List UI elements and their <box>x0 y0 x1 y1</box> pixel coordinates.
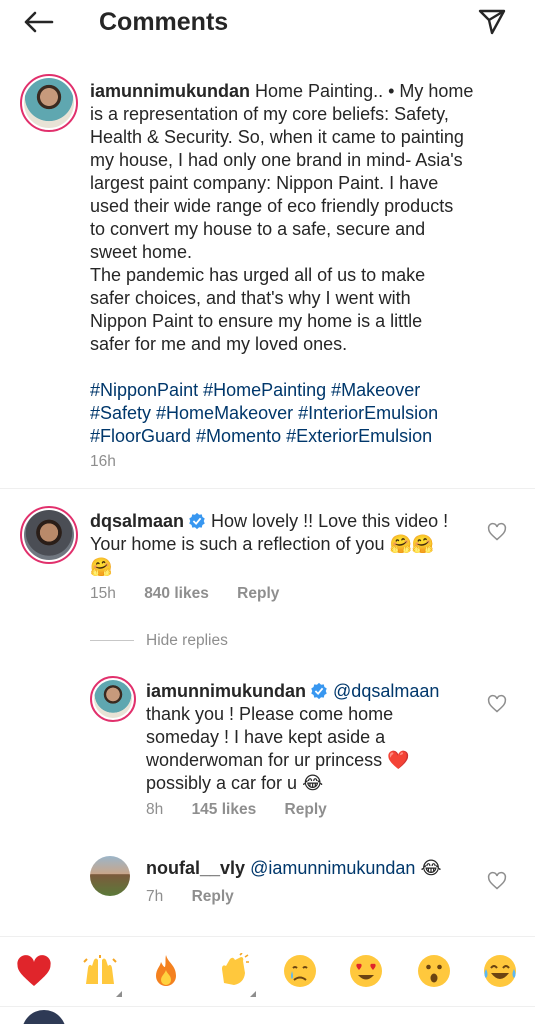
reply-meta: 7h Reply <box>146 887 258 907</box>
reply-time: 8h <box>146 801 164 818</box>
paper-plane-icon <box>478 9 506 35</box>
caption-username[interactable]: iamunnimukundan <box>90 81 250 101</box>
comment-meta: 15h 840 likes Reply <box>90 584 303 604</box>
reply-avatar[interactable] <box>90 856 130 896</box>
emoji-more-indicator <box>116 991 122 997</box>
comment-input-bar <box>0 1006 535 1024</box>
quick-emoji-bar <box>0 936 535 1006</box>
comment-text: dqsalmaan How lovely !! Love this video … <box>90 511 449 577</box>
comment-username[interactable]: dqsalmaan <box>90 511 184 531</box>
like-reply-heart-icon[interactable] <box>487 694 507 714</box>
divider <box>0 488 535 489</box>
reply-avatar[interactable] <box>90 676 136 722</box>
hide-replies-line <box>90 640 134 641</box>
comment-time: 15h <box>90 585 116 602</box>
caption-hashtags-line[interactable]: #NipponPaint #HomePainting #Makeover <box>90 379 520 402</box>
like-reply-heart-icon[interactable] <box>487 871 507 891</box>
like-comment-heart-icon[interactable] <box>487 522 507 542</box>
caption-hashtags-line[interactable]: #Safety #HomeMakeover #InteriorEmulsion <box>90 402 520 425</box>
tears-of-joy-emoji-icon[interactable] <box>480 951 520 991</box>
reply-mention[interactable]: @iamunnimukundan <box>250 858 415 878</box>
caption-hashtags-line[interactable]: #FloorGuard #Momento #ExteriorEmulsion <box>90 425 520 448</box>
caption-text: iamunnimukundan Home Painting.. • My hom… <box>90 80 520 448</box>
page-title: Comments <box>99 8 229 36</box>
header-bar: Comments <box>0 0 535 44</box>
verified-badge-icon <box>311 682 327 700</box>
hide-replies-label: Hide replies <box>146 632 228 649</box>
caption-time: 16h <box>90 453 116 470</box>
reply-mention[interactable]: @dqsalmaan <box>333 681 439 701</box>
reply-username[interactable]: noufal__vly <box>146 858 245 878</box>
reply-likes[interactable]: 145 likes <box>192 801 257 818</box>
arrow-left-icon <box>24 11 54 33</box>
raised-hands-emoji-icon[interactable] <box>80 951 120 991</box>
fire-emoji-icon[interactable] <box>146 951 186 991</box>
crying-face-emoji-icon[interactable] <box>280 951 320 991</box>
emoji-more-indicator <box>250 991 256 997</box>
reply-text: iamunnimukundan @dqsalmaan thank you ! P… <box>146 681 440 793</box>
clapping-hands-emoji-icon[interactable] <box>214 951 254 991</box>
back-button[interactable] <box>20 6 56 38</box>
comment-likes[interactable]: 840 likes <box>144 585 209 602</box>
reply-button[interactable]: Reply <box>192 888 234 905</box>
reply-username[interactable]: iamunnimukundan <box>146 681 306 701</box>
reply-meta: 8h 145 likes Reply <box>146 800 351 820</box>
reply-time: 7h <box>146 888 164 905</box>
reply-button[interactable]: Reply <box>237 585 279 602</box>
caption-meta: 16h <box>90 452 140 472</box>
verified-badge-icon <box>189 512 205 530</box>
heart-eyes-emoji-icon[interactable] <box>346 951 386 991</box>
caption-avatar[interactable] <box>20 74 78 132</box>
reply-text: noufal__vly @iamunnimukundan 😂 <box>146 858 442 878</box>
send-button[interactable] <box>474 6 510 38</box>
comment-avatar[interactable] <box>20 506 78 564</box>
reply-button[interactable]: Reply <box>285 801 327 818</box>
surprised-face-emoji-icon[interactable] <box>414 951 454 991</box>
heart-emoji-icon[interactable] <box>14 951 54 991</box>
